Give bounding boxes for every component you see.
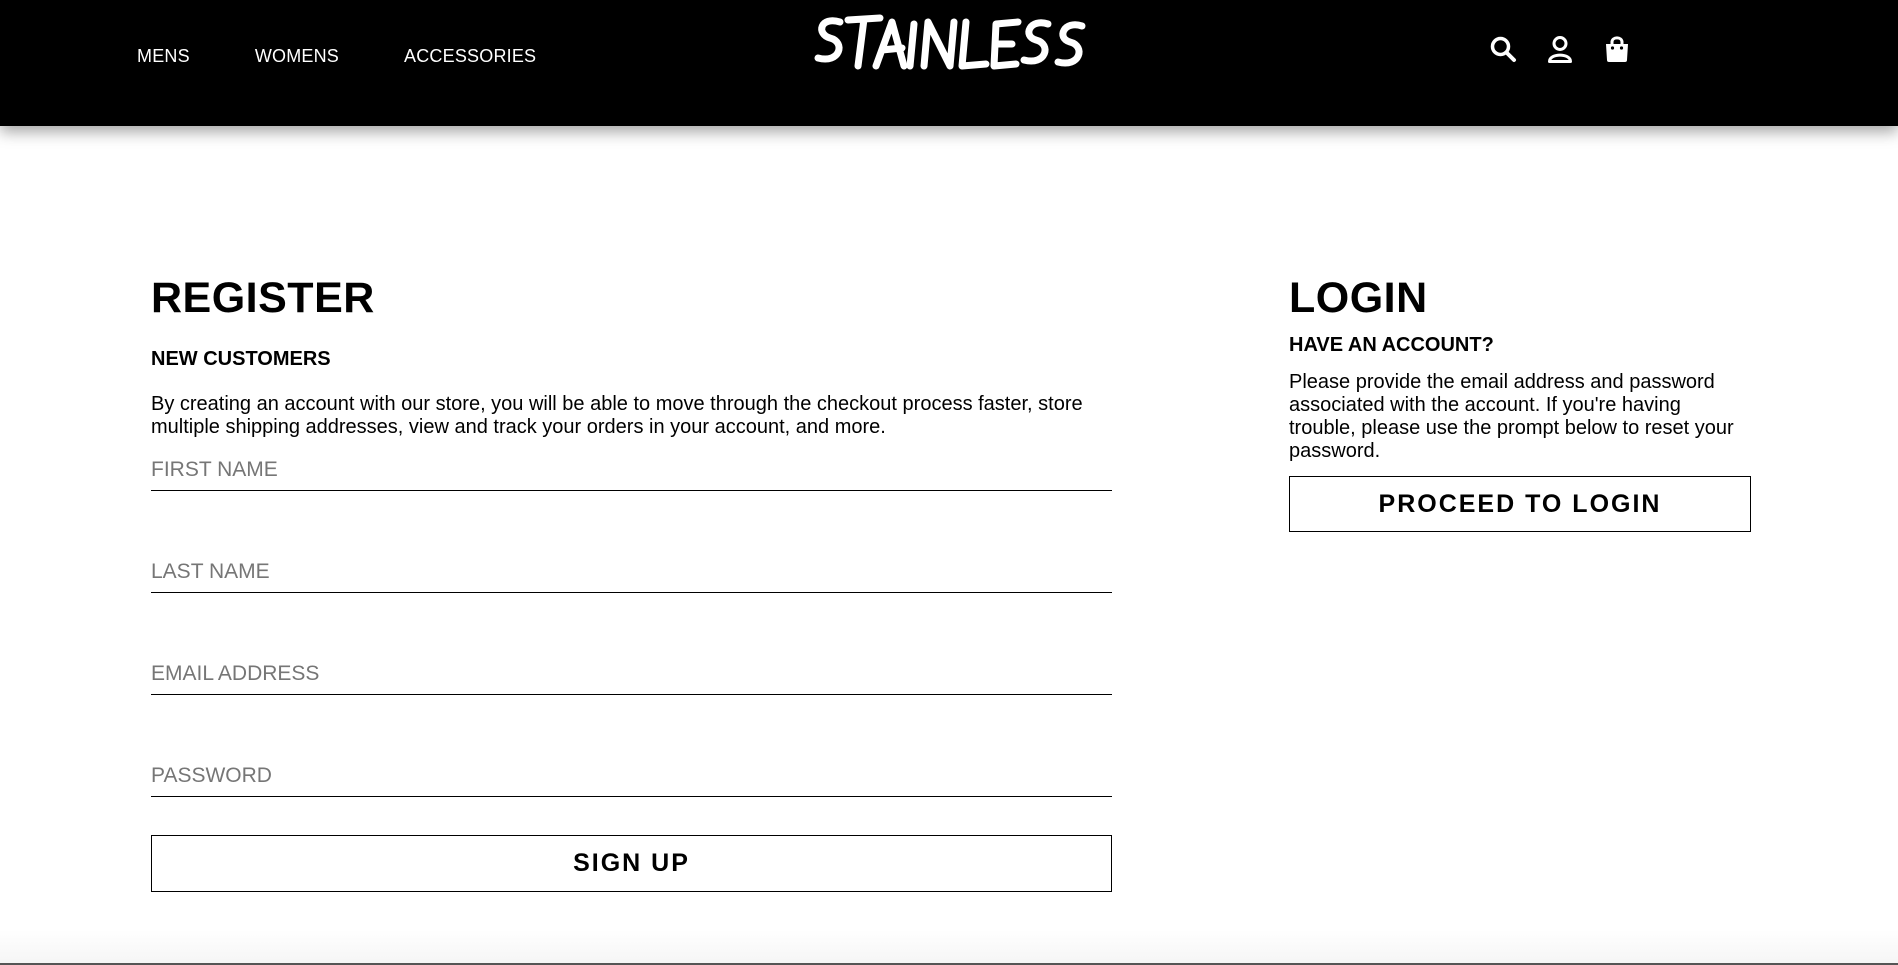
- first-name-field[interactable]: [151, 450, 1112, 491]
- email-field[interactable]: [151, 654, 1112, 695]
- nav-accessories[interactable]: ACCESSORIES: [404, 46, 536, 67]
- register-form: SIGN UP: [151, 450, 1112, 892]
- password-field[interactable]: [151, 756, 1112, 797]
- main-nav: MENS WOMENS ACCESSORIES: [137, 0, 601, 112]
- login-section: LOGIN HAVE AN ACCOUNT? Please provide th…: [1289, 270, 1751, 532]
- header-icons: [1488, 34, 1659, 64]
- bottom-fade: [0, 930, 1898, 965]
- last-name-field[interactable]: [151, 552, 1112, 593]
- register-description: By creating an account with our store, y…: [151, 393, 1083, 438]
- account-icon[interactable]: [1545, 34, 1575, 64]
- nav-womens[interactable]: WOMENS: [255, 46, 339, 67]
- search-icon[interactable]: [1488, 34, 1518, 64]
- register-subtitle: NEW CUSTOMERS: [151, 348, 331, 370]
- shopping-bag-icon[interactable]: [1602, 34, 1632, 64]
- sign-up-button[interactable]: SIGN UP: [151, 835, 1112, 892]
- login-subtitle: HAVE AN ACCOUNT?: [1289, 334, 1494, 356]
- site-header: MENS WOMENS ACCESSORIES: [0, 0, 1898, 126]
- site-logo[interactable]: [810, 8, 1090, 78]
- proceed-to-login-button[interactable]: PROCEED TO LOGIN: [1289, 476, 1751, 532]
- register-section: REGISTER NEW CUSTOMERS By creating an ac…: [151, 270, 1112, 892]
- login-title: LOGIN: [1289, 274, 1428, 322]
- register-title: REGISTER: [151, 274, 375, 322]
- login-description: Please provide the email address and pas…: [1289, 371, 1734, 462]
- nav-mens[interactable]: MENS: [137, 46, 190, 67]
